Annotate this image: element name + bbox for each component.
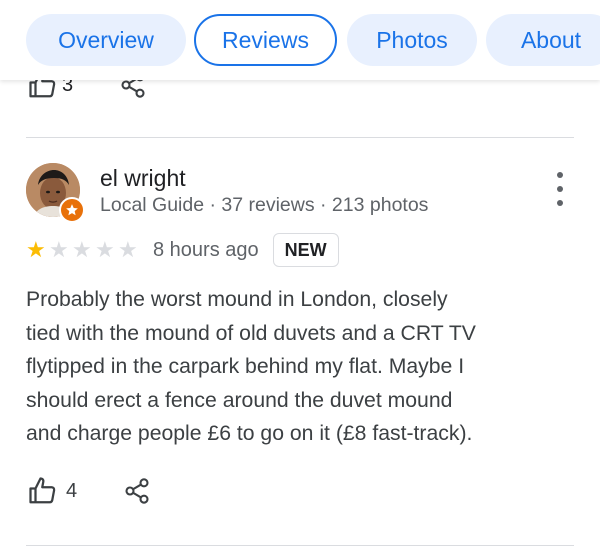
tab-bar: Overview Reviews Photos About xyxy=(0,0,600,80)
star-filled-icon: ★ xyxy=(26,237,46,262)
review-divider xyxy=(26,545,574,546)
tab-reviews[interactable]: Reviews xyxy=(194,14,337,66)
review-divider xyxy=(26,137,574,138)
more-vert-icon[interactable] xyxy=(548,172,572,206)
reviewer-name[interactable]: el wright xyxy=(100,165,186,192)
review-actions: 4 xyxy=(28,474,228,508)
star-empty-icon: ★ xyxy=(95,237,115,262)
more-dot xyxy=(557,200,563,206)
new-badge: NEW xyxy=(272,233,339,267)
more-dot xyxy=(557,186,563,192)
avatar[interactable] xyxy=(26,163,85,223)
star-empty-icon: ★ xyxy=(49,237,69,262)
like-button[interactable]: 4 xyxy=(28,476,77,506)
reviewer-meta: Local Guide · 37 reviews · 213 photos xyxy=(100,194,429,216)
review-time: 8 hours ago xyxy=(153,238,259,261)
tab-photos[interactable]: Photos xyxy=(347,14,477,66)
more-dot xyxy=(557,172,563,178)
share-button[interactable] xyxy=(123,477,151,505)
star-empty-icon: ★ xyxy=(118,237,138,262)
local-guide-badge-icon xyxy=(59,197,85,223)
rating-row: ★ ★ ★ ★ ★ 8 hours ago NEW xyxy=(26,232,339,268)
share-icon xyxy=(125,478,149,504)
star-rating: ★ ★ ★ ★ ★ xyxy=(26,239,141,261)
review-text: Probably the worst mound in London, clos… xyxy=(26,288,476,445)
star-empty-icon: ★ xyxy=(72,237,92,262)
thumbs-up-icon xyxy=(29,477,56,504)
like-count: 4 xyxy=(66,479,78,502)
tab-overview[interactable]: Overview xyxy=(26,14,186,66)
tab-about[interactable]: About xyxy=(486,14,600,66)
